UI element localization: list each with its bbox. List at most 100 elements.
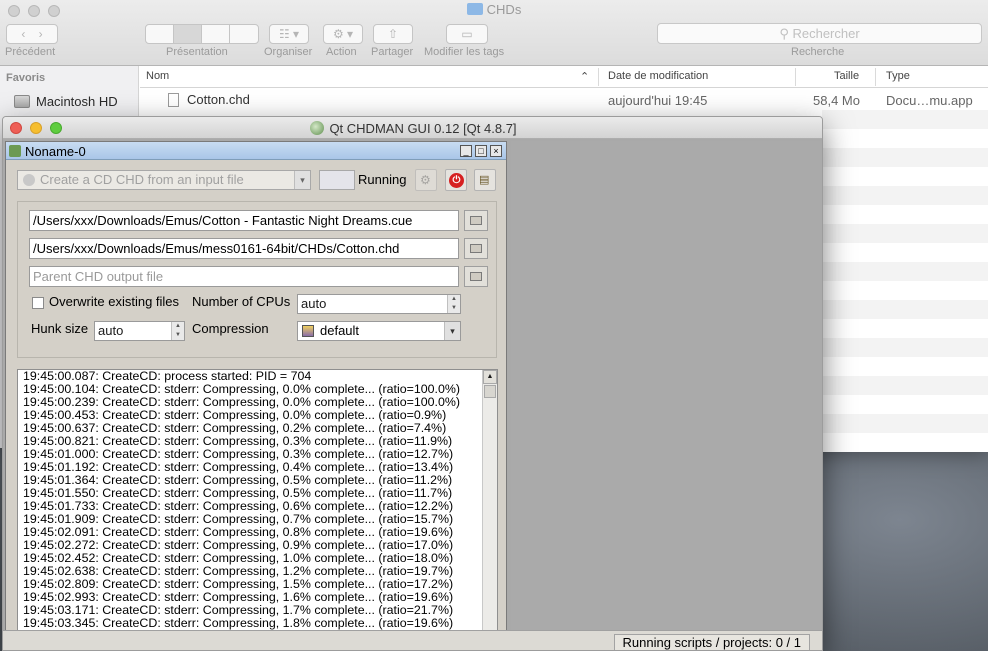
app-icon — [310, 121, 325, 135]
qt-titlebar: Qt CHDMAN GUI 0.12 [Qt 4.8.7] — [3, 117, 822, 139]
back-forward-buttons[interactable]: ‹ › — [6, 24, 58, 44]
list-view-icon[interactable] — [174, 25, 202, 43]
back-label: Précédent — [5, 46, 56, 58]
list-stripes — [822, 110, 988, 452]
column-date[interactable]: Date de modification — [608, 70, 708, 82]
view-segmented-control[interactable] — [145, 24, 259, 44]
coverflow-view-icon[interactable] — [230, 25, 258, 43]
output-file-field[interactable]: /Users/xxx/Downloads/Emus/mess0161-64bit… — [29, 238, 459, 259]
subwindow-title: Noname-0 — [25, 144, 86, 159]
search-input[interactable]: ⚲ Rechercher — [657, 23, 982, 44]
spin-arrows-icon[interactable]: ▲ ▼ — [171, 322, 184, 340]
document-icon — [168, 93, 179, 107]
compression-icon — [302, 325, 314, 337]
browse-output-button[interactable] — [464, 238, 488, 259]
cpus-spinbox[interactable]: auto ▲ ▼ — [297, 294, 461, 314]
file-size-cell: 58,4 Mo — [813, 93, 860, 108]
window-title: CHDs — [0, 2, 988, 17]
arrange-button[interactable]: ☷ ▾ — [269, 24, 309, 44]
browse-input-button[interactable] — [464, 210, 488, 231]
subwindow-close-button[interactable]: × — [490, 145, 502, 157]
folder-icon — [470, 216, 482, 225]
log-output[interactable]: 19:45:00.087: CreateCD: process started:… — [17, 369, 498, 631]
search-icon: ⚲ — [779, 26, 789, 41]
subwindow-maximize-button[interactable]: □ — [475, 145, 487, 157]
view-label: Présentation — [166, 46, 228, 58]
browse-parent-button[interactable] — [464, 266, 488, 287]
sidebar-header: Favoris — [6, 72, 46, 84]
hunk-size-label: Hunk size — [31, 321, 89, 336]
share-button[interactable]: ⇧ — [373, 24, 413, 44]
list-header: Nom ⌃ Date de modification Taille Type — [140, 66, 988, 88]
run-button[interactable]: ⚙ — [415, 169, 437, 191]
arrange-label: Organiser — [264, 46, 313, 58]
status-scripts-projects: Running scripts / projects: 0 / 1 — [613, 634, 810, 650]
mdi-empty-area — [511, 141, 822, 630]
stop-icon: ⏻ — [449, 173, 464, 188]
scroll-up-icon[interactable]: ▲ — [483, 370, 497, 384]
chevron-left-icon[interactable]: ‹ — [21, 27, 25, 41]
log-lines: 19:45:00.087: CreateCD: process started:… — [23, 370, 483, 630]
table-row[interactable]: Cotton.chd aujourd'hui 19:45 58,4 Mo Doc… — [140, 88, 988, 110]
project-icon — [9, 145, 21, 157]
spin-arrows-icon[interactable]: ▲ ▼ — [447, 295, 460, 313]
search-label: Recherche — [791, 46, 845, 58]
icon-view-icon[interactable] — [146, 25, 174, 43]
column-separator — [795, 68, 796, 86]
compression-label: Compression — [192, 321, 269, 336]
input-file-field[interactable]: /Users/xxx/Downloads/Emus/Cotton - Fanta… — [29, 210, 459, 231]
log-line: 19:45:03.345: CreateCD: stderr: Compress… — [23, 616, 454, 630]
overwrite-checkbox[interactable] — [32, 297, 44, 309]
options-button[interactable]: ▤ — [474, 169, 496, 191]
sidebar-item-macintosh-hd[interactable]: Macintosh HD — [14, 94, 118, 109]
cd-icon — [23, 174, 35, 186]
command-select[interactable]: Create a CD CHD from an input file ▾ — [17, 170, 311, 190]
column-view-icon[interactable] — [202, 25, 230, 43]
folder-icon — [470, 244, 482, 253]
share-label: Partager — [371, 46, 414, 58]
overwrite-label: Overwrite existing files — [49, 294, 180, 309]
column-name[interactable]: Nom — [146, 70, 169, 82]
tags-label: Modifier les tags — [424, 46, 505, 58]
chevron-right-icon[interactable]: › — [39, 27, 43, 41]
hard-drive-icon — [14, 95, 30, 108]
parameters-group: /Users/xxx/Downloads/Emus/Cotton - Fanta… — [17, 201, 497, 358]
column-separator — [875, 68, 876, 86]
compression-select[interactable]: default ▾ — [297, 321, 461, 341]
chevron-down-icon[interactable]: ▾ — [444, 322, 460, 340]
folder-icon — [470, 272, 482, 281]
project-subwindow: Noname-0 _ □ × Create a CD CHD from an i… — [5, 141, 507, 634]
share-icon: ⇧ — [387, 27, 399, 41]
qt-chdman-window: Qt CHDMAN GUI 0.12 [Qt 4.8.7] Noname-0 _… — [2, 116, 823, 651]
toolbox-icon: ▤ — [479, 174, 490, 186]
subwindow-minimize-button[interactable]: _ — [460, 145, 472, 157]
column-type[interactable]: Type — [886, 70, 910, 82]
sort-ascending-icon[interactable]: ⌃ — [580, 70, 589, 83]
finder-toolbar: CHDs ‹ › Précédent Présentation ☷ ▾ Orga… — [0, 0, 988, 66]
file-date-cell: aujourd'hui 19:45 — [608, 93, 708, 108]
stop-button[interactable]: ⏻ — [445, 169, 467, 191]
statusbar: Running scripts / projects: 0 / 1 — [3, 630, 822, 650]
parent-chd-field[interactable]: Parent CHD output file — [29, 266, 459, 287]
column-separator — [598, 68, 599, 86]
gear-icon: ⚙ — [420, 173, 431, 187]
scroll-thumb[interactable] — [484, 385, 496, 398]
status-label: Running — [358, 172, 407, 187]
column-size[interactable]: Taille — [834, 70, 859, 82]
chevron-down-icon[interactable]: ▾ — [294, 171, 310, 189]
file-type-cell: Docu…mu.app — [886, 93, 973, 108]
action-button[interactable]: ⚙ ▾ — [323, 24, 363, 44]
gear-icon: ⚙ ▾ — [332, 27, 354, 41]
cpus-label: Number of CPUs — [192, 294, 291, 309]
folder-icon — [466, 3, 483, 15]
progress-indicator — [319, 170, 355, 190]
file-name-cell: Cotton.chd — [168, 92, 250, 107]
tag-icon: ▭ — [461, 27, 473, 41]
action-label: Action — [326, 46, 357, 58]
grid-icon: ☷ ▾ — [278, 27, 300, 41]
window-title: Qt CHDMAN GUI 0.12 [Qt 4.8.7] — [3, 121, 822, 136]
log-scrollbar[interactable]: ▲ — [482, 370, 497, 630]
tags-button[interactable]: ▭ — [446, 24, 488, 44]
hunk-size-spinbox[interactable]: auto ▲ ▼ — [94, 321, 185, 341]
subwindow-titlebar: Noname-0 _ □ × — [6, 142, 506, 160]
